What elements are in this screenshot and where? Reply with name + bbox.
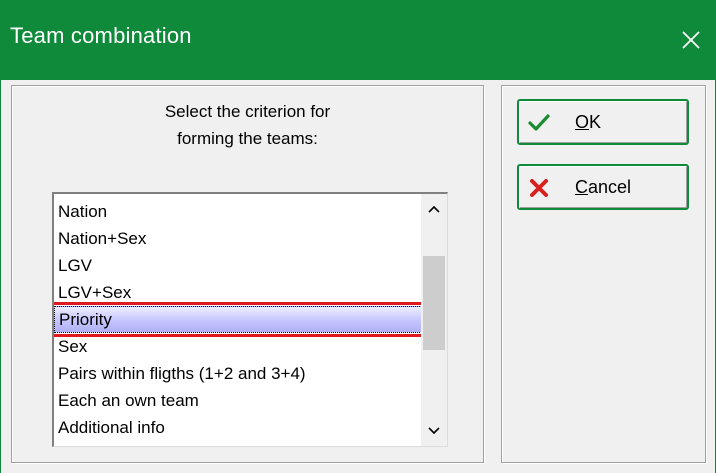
ok-button-label: OK: [575, 112, 602, 132]
criterion-list: Nation Nation+Sex LGV LGV+Sex Priority Sex Pai…: [54, 198, 426, 441]
criterion-listbox[interactable]: Nation Nation+Sex LGV LGV+Sex Priority Sex Pai…: [52, 192, 448, 447]
scroll-thumb[interactable]: [423, 256, 445, 350]
x-icon: [530, 179, 548, 197]
scroll-up-button[interactable]: [421, 194, 447, 224]
cancel-button-label: Cancel: [575, 177, 632, 197]
list-item[interactable]: Additional info: [54, 414, 422, 441]
list-item-selected[interactable]: Priority: [54, 302, 426, 337]
button-panel: OK Cancel: [501, 85, 706, 463]
prompt-line-2: forming the teams:: [177, 129, 318, 148]
list-item[interactable]: Each an own team: [54, 387, 422, 414]
window-title: Team combination: [10, 23, 192, 48]
criterion-prompt: Select the criterion for forming the tea…: [12, 98, 483, 152]
criterion-panel: Select the criterion for forming the tea…: [11, 85, 484, 463]
prompt-line-1: Select the criterion for: [164, 102, 331, 121]
list-item[interactable]: Nation: [54, 198, 422, 225]
chevron-up-icon: [428, 205, 440, 213]
title-bar: Team combination: [0, 0, 716, 80]
list-item[interactable]: Nation+Sex: [54, 225, 422, 252]
list-item[interactable]: Pairs within fligths (1+2 and 3+4): [54, 360, 422, 387]
ok-button[interactable]: OK: [517, 99, 689, 145]
list-item[interactable]: LGV+Sex: [54, 279, 422, 306]
close-icon: [682, 31, 700, 49]
chevron-down-icon: [428, 427, 440, 435]
check-icon: [528, 114, 550, 131]
listbox-scrollbar[interactable]: [421, 194, 447, 446]
cancel-button[interactable]: Cancel: [517, 164, 689, 210]
scroll-down-button[interactable]: [421, 416, 447, 446]
list-item[interactable]: LGV: [54, 252, 422, 279]
list-item[interactable]: Sex: [54, 333, 422, 360]
close-button[interactable]: [666, 0, 716, 80]
dialog-body: Select the criterion for forming the tea…: [0, 80, 716, 473]
